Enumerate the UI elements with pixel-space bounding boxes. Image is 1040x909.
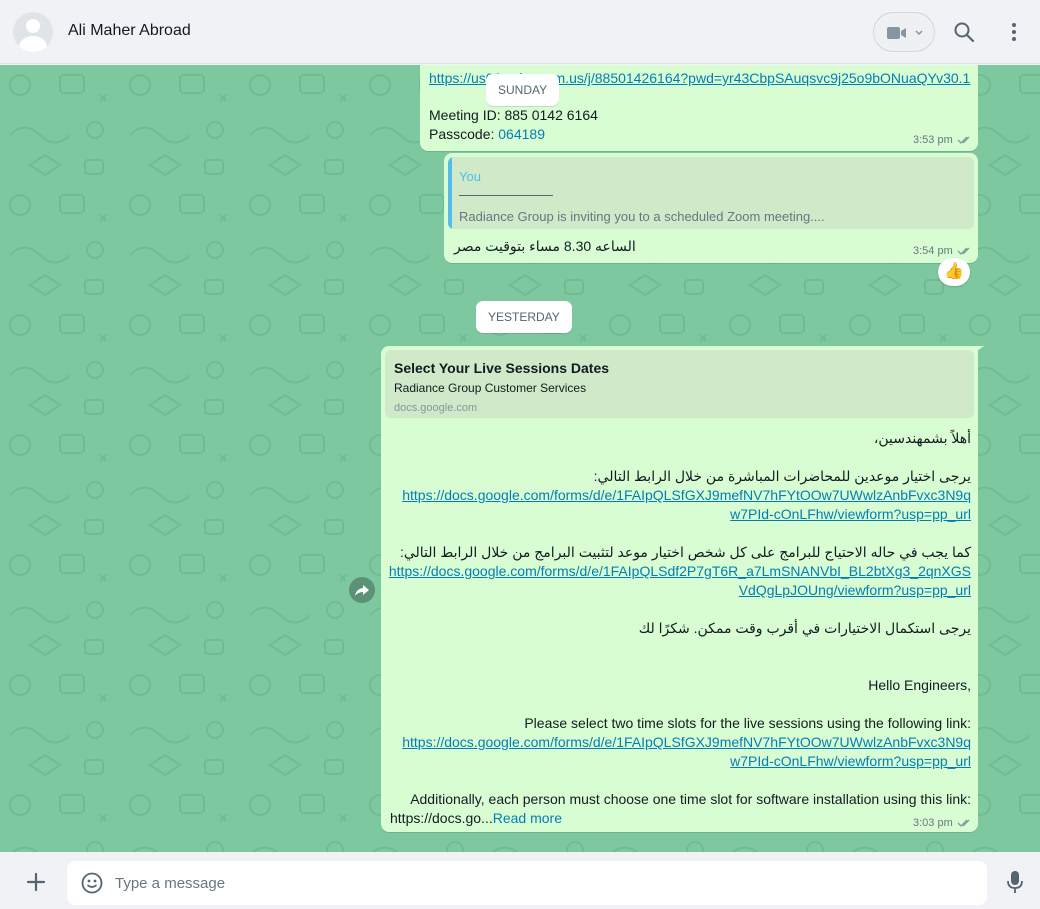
arabic-line-1: يرجى اختيار موعدين للمحاضرات المباشرة من… [593,468,971,484]
video-camera-icon [887,27,906,39]
preview-subtitle: Radiance Group Customer Services [394,381,587,395]
truncated-text: https://docs.go... [390,810,493,826]
chevron-down-icon [915,30,923,36]
outgoing-message-sessions[interactable]: Select Your Live Sessions Dates Radiance… [381,346,978,832]
double-check-icon [957,819,970,827]
contact-avatar[interactable] [13,12,53,52]
avatar-body-shape [19,36,47,52]
emoji-button[interactable] [80,871,104,895]
preview-domain: docs.google.com [394,402,478,414]
forms-link-2a[interactable]: https://docs.google.com/forms/d/e/1FAIpQ… [389,563,971,579]
microphone-icon [1007,871,1023,893]
search-icon [954,22,975,43]
message-time: 3:03 pm [913,817,953,829]
english-line-2: Additionally, each person must choose on… [410,791,971,807]
menu-button[interactable] [1004,20,1024,44]
contact-name[interactable]: Ali Maher Abroad [68,22,191,40]
voice-message-button[interactable] [1004,869,1026,895]
english-greeting: Hello Engineers, [868,677,971,693]
video-call-button[interactable] [873,12,935,52]
search-button[interactable] [952,20,976,44]
forward-button[interactable] [349,577,375,603]
english-line-1: Please select two time slots for the liv… [524,715,971,731]
date-divider-yesterday: YESTERDAY [476,301,572,333]
forms-link-1a[interactable]: https://docs.google.com/forms/d/e/1FAIpQ… [402,487,971,503]
double-check-icon [957,247,970,255]
message-input[interactable] [115,861,975,905]
avatar-head-shape [26,19,40,33]
forms-link-3a[interactable]: https://docs.google.com/forms/d/e/1FAIpQ… [402,734,971,750]
message-time: 3:53 pm [913,134,953,146]
passcode-value[interactable]: 064189 [498,126,545,142]
message-meta: 3:53 pm [913,134,973,146]
message-meta: 3:03 pm [913,817,973,829]
message-meta: 3:54 pm [913,245,973,257]
quote-accent-bar [448,157,452,229]
arabic-line-2: كما يجب في حاله الاحتياج للبرامج على كل … [399,544,971,560]
preview-title: Select Your Live Sessions Dates [394,360,610,376]
thumbs-up-reaction[interactable]: 👍 [938,258,970,286]
message-time: 3:54 pm [913,245,953,257]
composer-bar [0,852,1040,909]
passcode-label: Passcode: [429,126,499,142]
arabic-greeting: أهلاً بشمهندسين، [873,430,971,446]
attach-button[interactable] [24,870,48,894]
passcode-line: Passcode: 064189 [429,126,545,142]
quote-text: Radiance Group is inviting you to a sche… [459,209,825,224]
message-text: الساعه 8.30 مساء بتوقيت مصر [454,238,636,254]
double-check-icon [957,136,970,144]
kebab-menu-icon [1012,23,1016,41]
plus-icon [26,872,46,892]
quoted-message[interactable]: You Radiance Group is inviting you to a … [448,157,974,229]
message-input-container [67,861,987,905]
quote-rule [459,195,553,196]
date-divider-sunday: SUNDAY [486,74,560,106]
chat-header: Ali Maher Abroad [0,0,1040,64]
outgoing-message-reply[interactable]: You Radiance Group is inviting you to a … [444,153,978,263]
link-preview-card[interactable]: Select Your Live Sessions Dates Radiance… [385,350,974,418]
forward-icon [355,585,369,596]
chat-area[interactable]: https://us06web.zoom.us/j/88501426164?pw… [0,65,1040,852]
truncated-line: https://docs.go...Read more [390,810,562,826]
meeting-id-text: Meeting ID: 885 0142 6164 [429,107,598,123]
forms-link-1b[interactable]: w7PId-cOnLFhw/viewform?usp=pp_url [730,506,971,522]
arabic-line-3: يرجى استكمال الاختيارات في أقرب وقت ممكن… [638,620,971,636]
sticker-emoji-icon [81,872,103,894]
quote-author: You [459,169,481,184]
read-more-link[interactable]: Read more [493,810,562,826]
forms-link-3b[interactable]: w7PId-cOnLFhw/viewform?usp=pp_url [730,753,971,769]
forms-link-2b[interactable]: VdQgLpJOUng/viewform?usp=pp_url [739,582,971,598]
